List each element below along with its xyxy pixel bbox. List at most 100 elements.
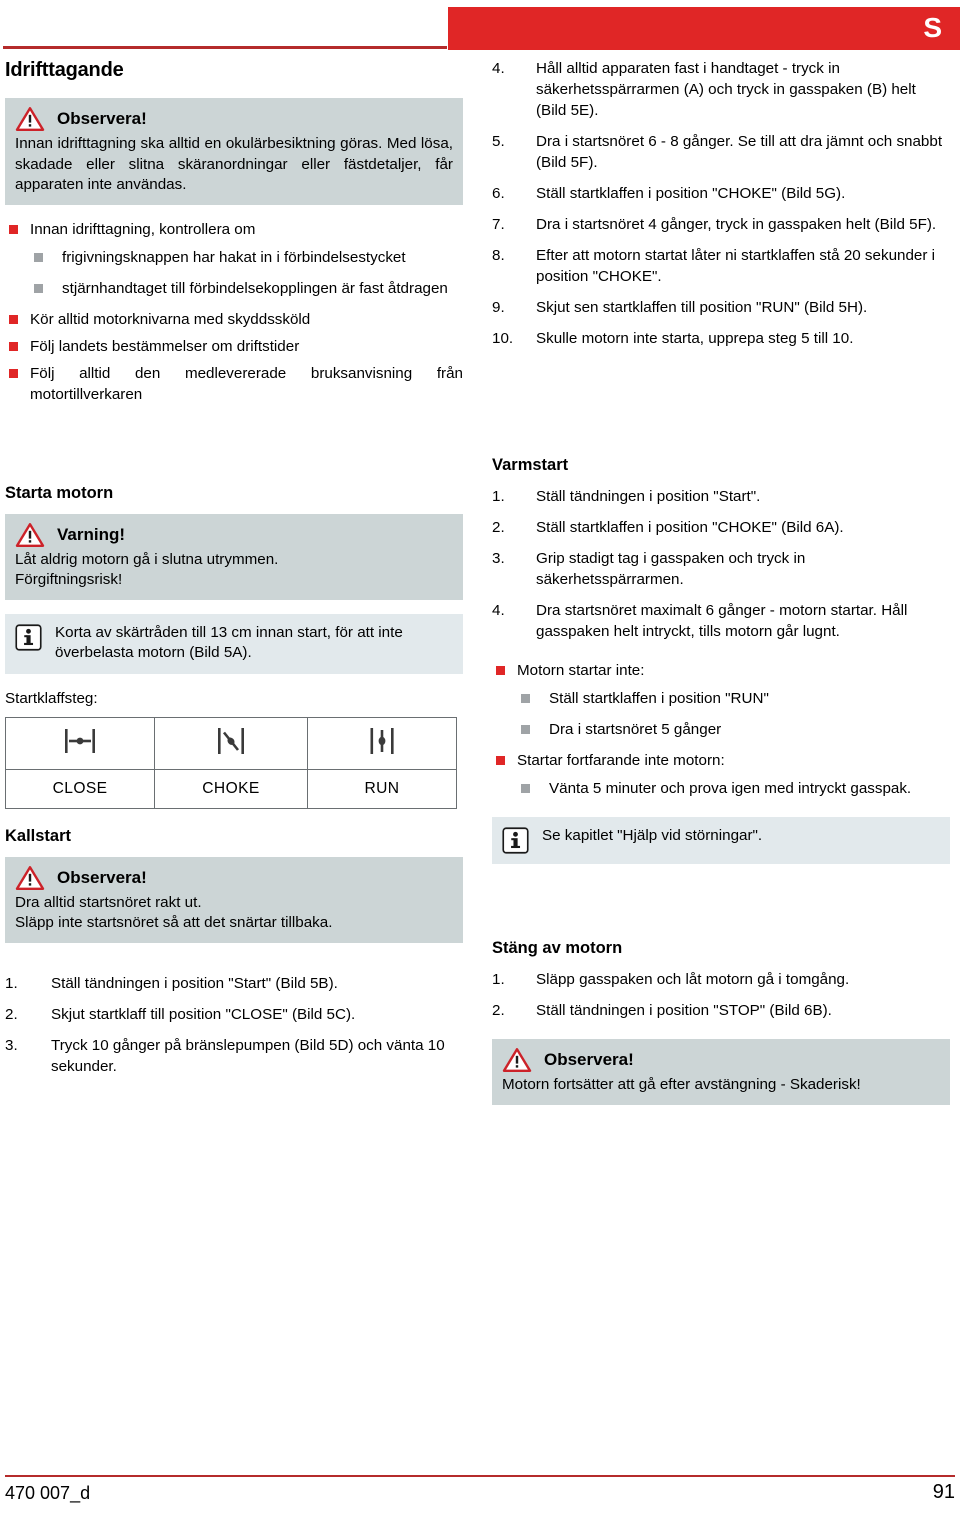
notice-line: Släpp inte startsnöret så att det snärta…	[15, 914, 333, 931]
notice-header: Observera!	[15, 865, 453, 891]
step-number: 1.	[5, 974, 18, 992]
step-text: Släpp gasspaken och låt motorn gå i tomg…	[536, 971, 850, 988]
page-body: Idrifttagande Observera! Innan idrifttag…	[0, 58, 960, 1458]
list-item-label: Motorn startar inte:	[517, 662, 645, 679]
header-rule	[3, 46, 447, 49]
bullet-square-red-icon	[9, 341, 18, 351]
list-item: 1. Ställ tändningen i position "Start".	[492, 486, 950, 507]
table-row-icons	[4, 716, 458, 770]
infobox-skartrad: Korta av skärtråden till 13 cm innan sta…	[5, 613, 463, 674]
step-text: Efter att motorn startat låter ni startk…	[536, 247, 936, 285]
section-title-varmstart: Varmstart	[492, 456, 569, 474]
choke-run-cell	[306, 716, 458, 770]
step-number: 4.	[492, 60, 505, 77]
list-item-label: Följ landets bestämmelser om driftstider	[30, 337, 300, 355]
step-number: 1.	[492, 488, 505, 505]
list-item: 4. Dra startsnöret maximalt 6 gånger - m…	[492, 600, 950, 642]
step-text: Skjut sen startklaffen till position "RU…	[536, 299, 868, 316]
choke-choke-label: CHOKE	[154, 768, 308, 809]
list-item: 8. Efter att motorn startat låter ni sta…	[492, 245, 950, 287]
step-text: Dra startsnöret maximalt 6 gånger - moto…	[536, 602, 908, 640]
list-item: 2. Ställ startklaffen i position "CHOKE"…	[492, 517, 950, 538]
step-number: 8.	[492, 247, 505, 264]
bullet-square-red-icon	[9, 314, 18, 324]
step-number: 3.	[492, 550, 505, 567]
column-spacer	[492, 878, 950, 938]
step-text: Ställ tändningen i position "Start" (Bil…	[51, 974, 338, 992]
list-item-label: Följ alltid den medlevererade bruksanvis…	[30, 364, 463, 403]
infobox-hjalp-vid-storningar: Se kapitlet "Hjälp vid störningar".	[492, 817, 950, 864]
choke-run-label: RUN	[306, 768, 458, 809]
notice-observera-kallstart: Observera! Dra alltid startsnöret rakt u…	[5, 856, 463, 943]
notice-body: Dra alltid startsnöret rakt ut. Släpp in…	[15, 893, 453, 934]
step-number: 2.	[492, 519, 505, 536]
step-number: 9.	[492, 299, 505, 316]
warning-triangle-icon	[15, 107, 45, 131]
list-item: 1. Släpp gasspaken och låt motorn gå i t…	[492, 969, 950, 990]
step-text: Ställ startklaffen i position "CHOKE" (B…	[536, 519, 844, 536]
step-text: Dra i startsnöret 6 - 8 gånger. Se till …	[536, 133, 943, 171]
right-column: 4. Håll alltid apparaten fast i handtage…	[492, 58, 950, 1119]
list-item: 1. Ställ tändningen i position "Start" (…	[5, 973, 463, 994]
list-item: 7. Dra i startsnöret 4 gånger, tryck in …	[492, 214, 950, 235]
notice-varning: Varning! Låt aldrig motorn gå i slutna u…	[5, 513, 463, 600]
step-text: Skulle motorn inte starta, upprepa steg …	[536, 330, 854, 347]
warm-start-steps: 1. Ställ tändningen i position "Start". …	[492, 486, 950, 642]
list-item: 6. Ställ startklaffen i position "CHOKE"…	[492, 183, 950, 204]
step-number: 4.	[492, 602, 505, 619]
notice-line: Motorn fortsätter att gå efter avstängni…	[502, 1076, 861, 1093]
list-item: 3. Grip stadigt tag i gasspaken och tryc…	[492, 548, 950, 590]
list-item: Ställ startklaffen i position "RUN"	[517, 688, 950, 709]
list-item: 2. Ställ tändningen i position "STOP" (B…	[492, 1000, 950, 1021]
info-icon	[502, 827, 529, 854]
step-text: Ställ tändningen i position "Start".	[536, 488, 761, 505]
stop-engine-steps: 1. Släpp gasspaken och låt motorn gå i t…	[492, 969, 950, 1021]
step-text: Dra i startsnöret 4 gånger, tryck in gas…	[536, 216, 937, 233]
cold-start-steps: 1. Ställ tändningen i position "Start" (…	[5, 973, 463, 1077]
page-title: Idrifttagande	[5, 59, 124, 81]
list-item-label: Kör alltid motorknivarna med skyddssköld	[30, 310, 311, 328]
notice-observera-stang-av: Observera! Motorn fortsätter att gå efte…	[492, 1039, 950, 1105]
notice-header: Observera!	[502, 1047, 940, 1073]
step-text: Grip stadigt tag i gasspaken och tryck i…	[536, 550, 806, 588]
step-number: 2.	[492, 1002, 505, 1019]
step-number: 6.	[492, 185, 505, 202]
notice-line: Dra alltid startsnöret rakt ut.	[15, 893, 202, 911]
choke-table-label: Startklaffsteg:	[5, 689, 98, 707]
list-item: Innan idrifttagning, kontrollera om frig…	[5, 219, 463, 299]
page-number: 91	[932, 1481, 955, 1503]
list-item: 2. Skjut startklaff till position "CLOSE…	[5, 1004, 463, 1025]
notice-title: Varning!	[57, 524, 126, 544]
choke-choke-cell	[154, 716, 308, 770]
info-text: Korta av skärtråden till 13 cm innan sta…	[55, 623, 403, 662]
section-title-kallstart: Kallstart	[5, 826, 72, 845]
list-item: Startar fortfarande inte motorn: Vänta 5…	[492, 750, 950, 799]
list-item: 10. Skulle motorn inte starta, upprepa s…	[492, 328, 950, 349]
section-title-starta-motorn: Starta motorn	[5, 483, 114, 502]
warning-triangle-icon	[15, 522, 45, 547]
checklist: Innan idrifttagning, kontrollera om frig…	[5, 219, 463, 405]
notice-title: Observera!	[57, 109, 147, 128]
notice-header: Observera!	[15, 106, 453, 132]
page-footer: 470 007_d 91	[0, 1467, 960, 1531]
list-item: Följ landets bestämmelser om driftstider	[5, 336, 463, 357]
step-number: 2.	[5, 1005, 18, 1023]
notice-body: Låt aldrig motorn gå i slutna utrymmen. …	[15, 550, 453, 591]
language-letter: S	[923, 12, 942, 43]
list-item-label: stjärnhandtaget till förbindelsekoppling…	[62, 279, 448, 297]
notice-body: Innan idrifttagning ska alltid en okulär…	[15, 135, 453, 193]
footer-rule	[5, 1475, 955, 1477]
choke-choke-icon	[217, 727, 244, 754]
checklist-sub: frigivningsknappen har hakat in i förbin…	[30, 247, 463, 299]
table-row-labels: CLOSE CHOKE RUN	[4, 768, 458, 809]
bullet-square-red-icon	[496, 756, 505, 765]
list-item-label: Startar fortfarande inte motorn:	[517, 752, 725, 769]
troubleshoot-sub: Vänta 5 minuter och prova igen med intry…	[517, 778, 950, 799]
cold-start-steps-continued: 4. Håll alltid apparaten fast i handtage…	[492, 58, 950, 349]
warm-start-troubleshooting: Motorn startar inte: Ställ startklaffen …	[492, 660, 950, 799]
info-icon	[15, 623, 42, 651]
